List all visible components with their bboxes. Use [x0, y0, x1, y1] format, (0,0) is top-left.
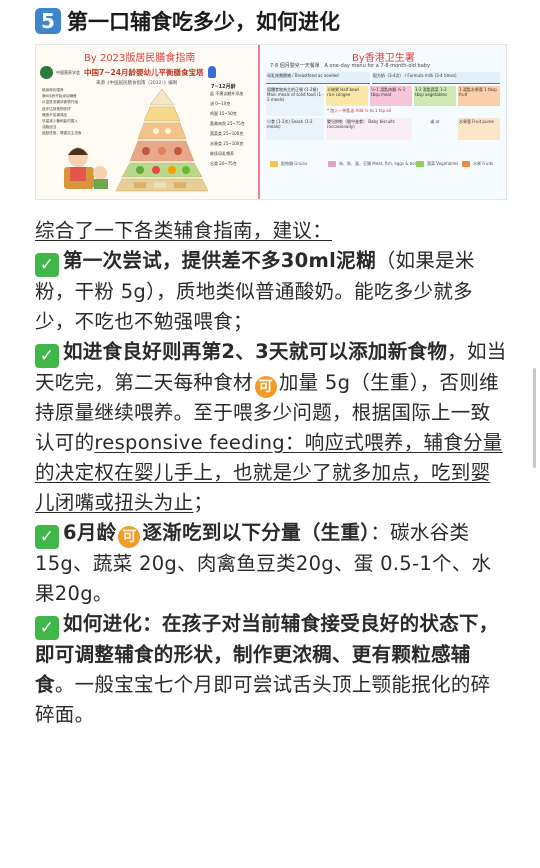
note-item: 鼓励进食、尊重自主进食	[42, 131, 82, 136]
formula-header: 配方奶（3-4次） / Formula milk (3-4 times)	[372, 72, 500, 84]
vegetables-swatch	[416, 161, 424, 167]
left-header: 中国营养学会 中国7~24月龄婴幼儿平衡膳食宝塔	[40, 63, 254, 81]
tip-text: 。一般宝宝七个月即可尝试舌头顶上颚能抿化的碎碎面。	[35, 673, 491, 726]
tip-heading: 6月龄	[63, 521, 117, 544]
tip-heading: 逐渐吃到以下分量（生重）	[142, 521, 371, 544]
left-source-label: By 2023版居民膳食指南	[84, 53, 196, 64]
pyramid-amounts: 盐 不建议额外添加 油 0~10克 鸡蛋 15~50克 畜禽肉鱼 25~75克 …	[210, 89, 256, 169]
oil-note: * 加入一茶匙油 Add ½ to 1 tsp oil	[327, 108, 391, 113]
title-text: 第一口辅食吃多少，如何进化	[67, 10, 340, 34]
ke-badge-icon: 可	[254, 376, 277, 398]
legend-item: 水果 Fruits	[462, 161, 493, 167]
food-pyramid	[116, 88, 208, 192]
amount-row: 鸡蛋 15~50克	[210, 111, 237, 116]
mother-child-illustration	[64, 147, 108, 189]
amount-row: 盐 不建议额外添加	[210, 91, 244, 96]
amount-row: 谷类 20~75克	[210, 161, 237, 166]
responsive-feeding-text: responsive feeding：响应式喂养，辅食分量的决定权在婴儿手上，也…	[35, 431, 503, 514]
pyramid-subtitle: 来源《中国居民膳食指南（2022）》编制	[96, 81, 178, 86]
check-icon: ✓	[35, 525, 59, 549]
check-icon: ✓	[35, 253, 59, 277]
food-group-legend: 穀物類 Grains 肉、魚、蛋、豆類 Meat, fish, eggs & b…	[266, 159, 500, 183]
grains-swatch	[270, 161, 278, 167]
amount-row: 油 0~10克	[210, 101, 231, 106]
china-pyramid-panel: By 2023版居民膳食指南 中国营养学会 中国7~24月龄婴幼儿平衡膳食宝塔 …	[36, 45, 258, 199]
pregnant-woman-icon	[208, 66, 217, 78]
snack-cell: 水果蓉 Fruit puree	[458, 118, 500, 140]
main-meals-label: 固體食物為主的正餐 (1-2餐) Main meals of solid foo…	[266, 86, 324, 116]
menu-title-en: A one-day menu for a 7-8 month-old baby	[324, 63, 430, 69]
section-title: 5 第一口辅食吃多少，如何进化	[35, 6, 340, 36]
check-icon: ✓	[35, 344, 59, 368]
tip-progression: ✓ 如何进化：在孩子对当前辅食接受良好的状态下，即可调整辅食的形状，制作更浓稠、更…	[35, 609, 507, 730]
ke-badge-icon: 可	[118, 526, 141, 548]
legend-item: 肉、魚、蛋、豆類 Meat, fish, eggs & beans	[328, 161, 422, 167]
intro-line: 综合了一下各类辅食指南，建议：	[35, 219, 333, 242]
tip-new-food: ✓ 如进食良好则再第2、3天就可以添加新食物，如当天吃完，第二天每种食材可加量 5…	[35, 337, 507, 518]
breastfeed-header: 母乳按需餵哺 / Breastfeed as needed	[266, 72, 370, 84]
meal-cell: 1 湯匙水果蓉 1 tbsp fruit	[458, 86, 500, 106]
society-logo-icon	[40, 65, 53, 79]
tip-first-try: ✓ 第一次尝试，提供差不多30ml泥糊（如果是米粉，干粉 5g），质地类似普通酸奶…	[35, 246, 507, 337]
scrollbar[interactable]	[533, 368, 536, 468]
pyramid-title: 中国7~24月龄婴幼儿平衡膳食宝塔	[84, 67, 204, 77]
menu-title: 7-8 個月嬰兒一天餐單 A one-day menu for a 7-8 mo…	[270, 62, 430, 69]
tip-heading: 第一次尝试，提供差不多30ml泥糊	[63, 249, 376, 272]
meal-cell: ½-1 湯匙肉類 ½-1 tbsp meat	[370, 86, 412, 106]
menu-title-zh: 7-8 個月嬰兒一天餐單	[270, 63, 320, 69]
snack-or: 或 or	[430, 119, 440, 124]
tip-six-months: ✓ 6月龄可逐渐吃到以下分量（生重）：碳水谷类15g、蔬菜 20g、肉禽鱼豆类20…	[35, 518, 507, 609]
snack-label: 小食 (1-2次) Snack (1-2 meals)	[266, 118, 324, 140]
guideline-comparison-image: By 2023版居民膳食指南 中国营养学会 中国7~24月龄婴幼儿平衡膳食宝塔 …	[35, 44, 507, 200]
fruits-swatch	[462, 161, 470, 167]
tip-text: ；	[193, 491, 214, 514]
meat-swatch	[328, 161, 336, 167]
check-icon: ✓	[35, 616, 59, 640]
tip-heading: 如进食良好则再第2、3天就可以添加新食物	[63, 340, 448, 363]
legend-item: 穀物類 Grains	[270, 161, 307, 167]
notes-list: 继续母乳喂养 满6月龄开始添加辅食 从富铁泥糊状食物开始 逐步达到食物多样 辅食…	[42, 87, 112, 137]
org-name: 中国营养学会	[56, 69, 80, 75]
amount-row: 继续母乳喂养	[210, 151, 234, 156]
snack-cell: 嬰兒餅乾（間中進食） Baby biscuits (occasionally)	[326, 118, 412, 140]
meal-cell: 半碗粥 Half bowl rice congee	[326, 86, 368, 106]
hk-menu-panel: By香港卫生署 7-8 個月嬰兒一天餐單 A one-day menu for …	[260, 45, 506, 199]
legend-item: 蔬菜 Vegetables	[416, 161, 458, 167]
meal-cell: 1-2 湯匙蔬菜 1-2 tbsp vegetables	[414, 86, 456, 106]
amount-row: 蔬菜类 25~100克	[210, 131, 244, 136]
number-badge: 5	[35, 8, 61, 34]
article-body: 综合了一下各类辅食指南，建议： ✓ 第一次尝试，提供差不多30ml泥糊（如果是米粉…	[35, 216, 507, 730]
amount-row: 水果类 25~100克	[210, 141, 244, 146]
amount-row: 畜禽肉鱼 25~75克	[210, 121, 245, 126]
